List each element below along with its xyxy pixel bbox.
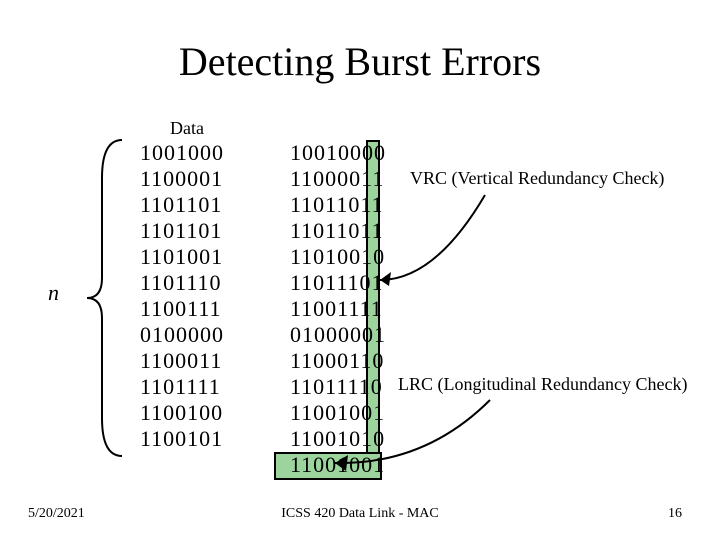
vrc-arrow-icon <box>375 150 495 300</box>
n-label: n <box>48 280 59 306</box>
curly-brace-icon <box>82 138 132 458</box>
lrc-label: LRC (Longitudinal Redundancy Check) <box>398 374 687 395</box>
data-column: 1001000 1100001 1101101 1101101 1101001 … <box>140 140 224 452</box>
footer-center: ICSS 420 Data Link - MAC <box>0 506 720 522</box>
slide-title: Detecting Burst Errors <box>0 38 720 85</box>
lrc-arrow-icon <box>330 395 500 475</box>
footer-page-number: 16 <box>668 506 682 522</box>
data-header: Data <box>170 118 204 139</box>
